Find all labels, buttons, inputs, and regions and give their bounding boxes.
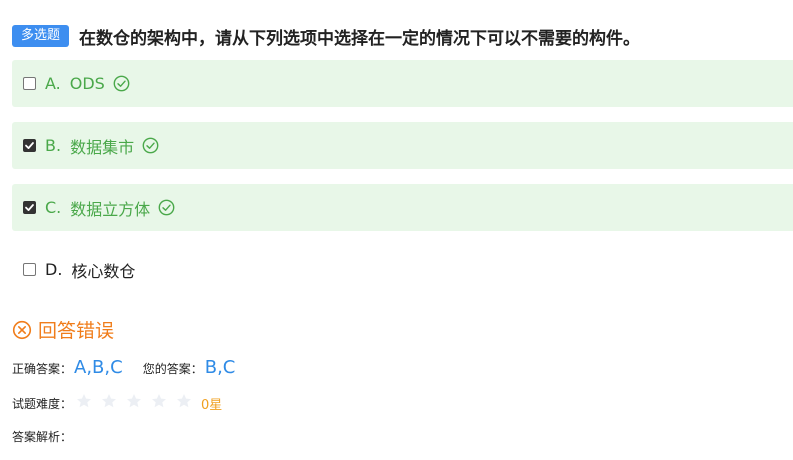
question-text: 在数仓的架构中，请从下列选项中选择在一定的情况下可以不需要的构件。 — [79, 28, 641, 49]
question-page: 多选题 在数仓的架构中，请从下列选项中选择在一定的情况下可以不需要的构件。 A.… — [0, 0, 793, 460]
analysis-row: 答案解析： — [12, 426, 72, 445]
option-a-text: ODS — [69, 74, 105, 93]
option-a[interactable]: A. ODS — [12, 60, 793, 107]
difficulty-stars — [76, 393, 201, 413]
x-circle-icon — [12, 320, 32, 340]
correct-answer-value: A,B,C — [74, 357, 123, 378]
option-c-letter: C. — [45, 198, 62, 217]
difficulty-text: 0星 — [201, 397, 223, 413]
answer-row: 正确答案： A,B,C 您的答案： B,C — [12, 357, 235, 378]
option-b-text: 数据集市 — [70, 137, 135, 157]
correct-answer-label: 正确答案： — [12, 362, 73, 376]
your-answer-label: 您的答案： — [142, 362, 203, 376]
star-icon — [76, 393, 92, 413]
option-d[interactable]: D. 核心数仓 — [12, 246, 793, 293]
star-icon — [176, 393, 192, 413]
option-c[interactable]: C. 数据立方体 — [12, 184, 793, 231]
checkmark-icon — [25, 142, 34, 150]
difficulty-label: 试题难度： — [12, 396, 73, 411]
option-d-letter: D. — [45, 260, 63, 279]
analysis-label: 答案解析： — [12, 430, 73, 444]
option-b[interactable]: B. 数据集市 — [12, 122, 793, 169]
question-type-badge: 多选题 — [12, 25, 70, 47]
star-icon — [151, 393, 167, 413]
star-icon — [101, 393, 117, 413]
option-c-text: 数据立方体 — [70, 199, 151, 219]
option-a-letter: A. — [45, 74, 61, 93]
check-circle-icon — [113, 75, 130, 92]
option-a-checkbox[interactable] — [23, 77, 36, 90]
answer-result: 回答错误 — [12, 316, 114, 343]
difficulty-row: 试题难度： 0星 — [12, 393, 222, 413]
option-b-checkbox[interactable] — [23, 139, 36, 152]
result-text: 回答错误 — [38, 320, 115, 342]
option-b-letter: B. — [45, 136, 62, 155]
option-d-checkbox[interactable] — [23, 263, 36, 276]
check-circle-icon — [142, 137, 159, 154]
option-d-text: 核心数仓 — [71, 261, 136, 281]
check-circle-icon — [158, 199, 175, 216]
your-answer-value: B,C — [204, 357, 236, 378]
star-icon — [126, 393, 142, 413]
option-c-checkbox[interactable] — [23, 201, 36, 214]
question-header: 多选题 在数仓的架构中，请从下列选项中选择在一定的情况下可以不需要的构件。 — [12, 24, 641, 49]
checkmark-icon — [25, 204, 34, 212]
